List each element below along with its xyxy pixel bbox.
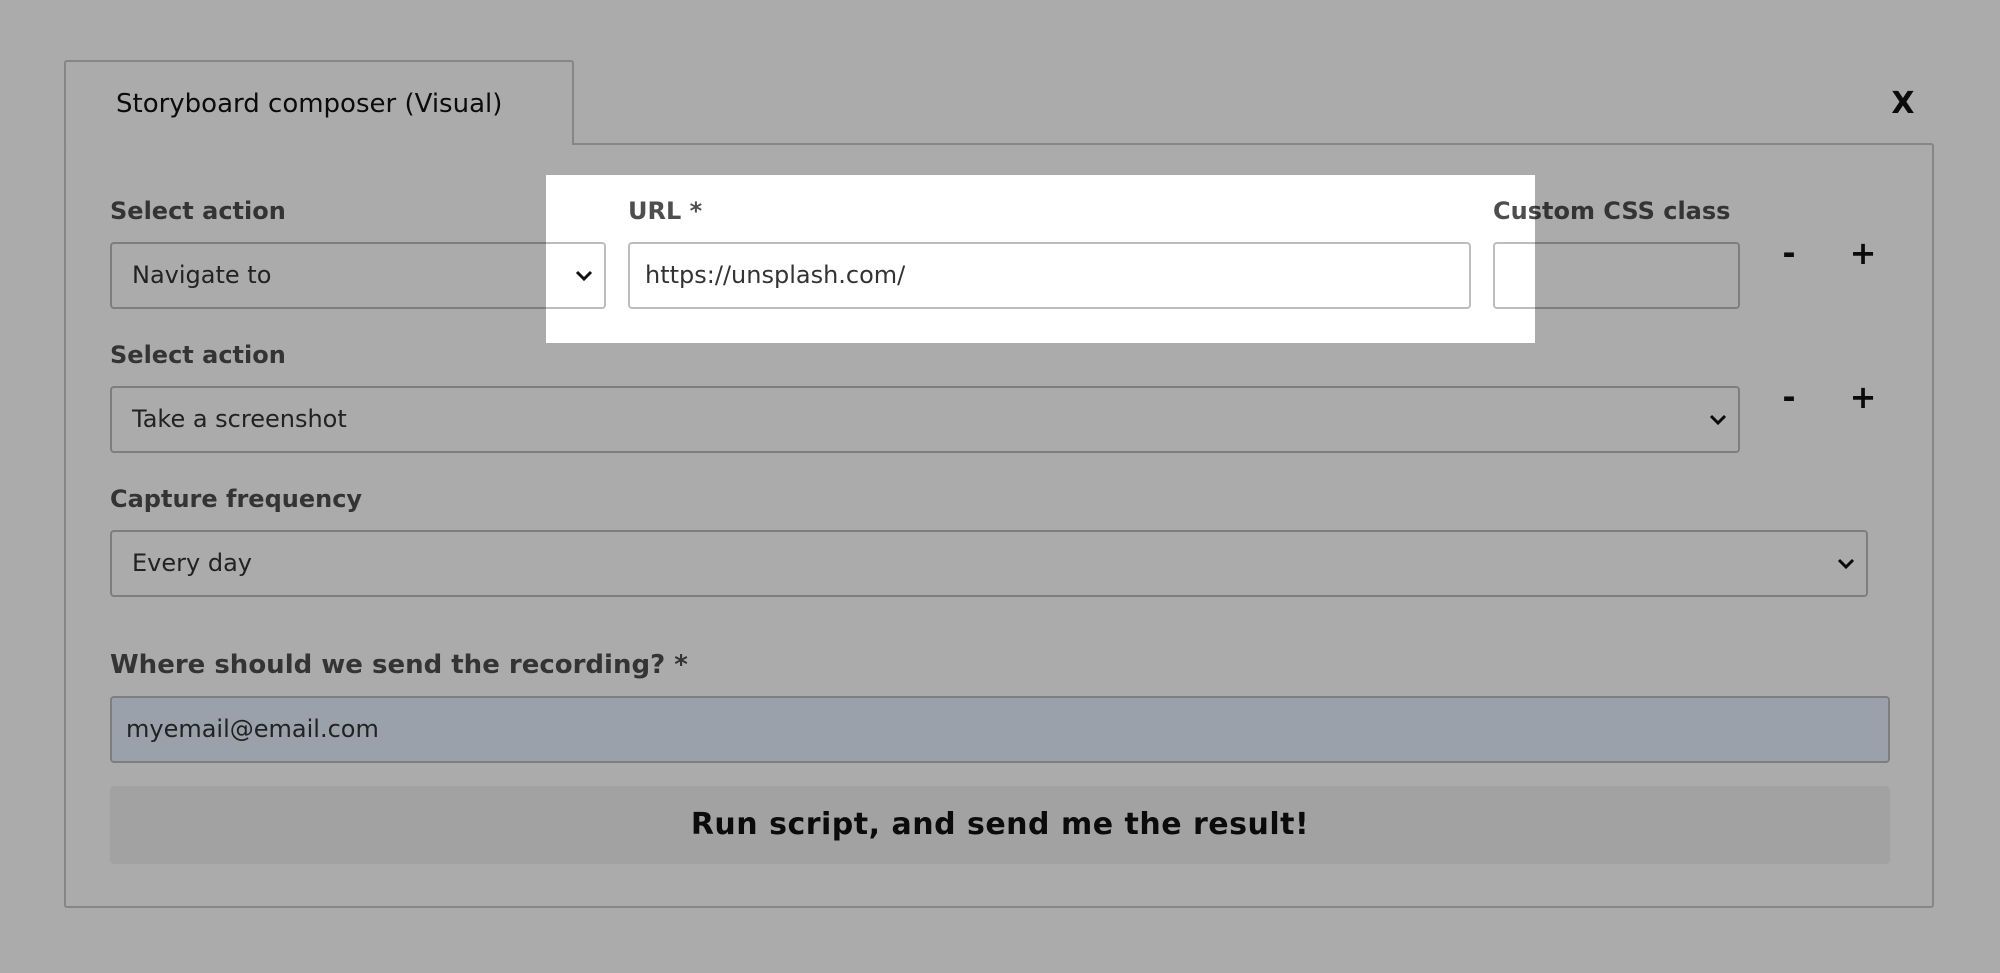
frequency-select-value: Every day bbox=[132, 549, 252, 577]
add-step-button-2[interactable]: + bbox=[1848, 377, 1878, 417]
url-input-value: https://unsplash.com/ bbox=[645, 261, 906, 289]
url-input[interactable]: https://unsplash.com/ bbox=[628, 242, 1471, 309]
chevron-down-icon bbox=[1834, 532, 1858, 595]
close-button[interactable]: X bbox=[1888, 84, 1918, 124]
email-field-value: myemail@email.com bbox=[126, 715, 379, 743]
recipient-label: Where should we send the recording? * bbox=[110, 650, 688, 680]
css-class-input[interactable] bbox=[1493, 242, 1740, 309]
action-label-2: Select action bbox=[110, 341, 286, 369]
css-class-label: Custom CSS class bbox=[1493, 197, 1731, 225]
url-label: URL * bbox=[628, 197, 703, 225]
action-label-1: Select action bbox=[110, 197, 286, 225]
remove-step-button-2[interactable]: - bbox=[1774, 377, 1804, 417]
action-select-2[interactable]: Take a screenshot bbox=[110, 386, 1740, 453]
remove-step-button-1[interactable]: - bbox=[1774, 233, 1804, 273]
dialog-tab[interactable]: Storyboard composer (Visual) bbox=[64, 60, 574, 145]
run-script-button[interactable]: Run script, and send me the result! bbox=[110, 786, 1890, 864]
action-select-1[interactable]: Navigate to bbox=[110, 242, 606, 309]
tab-title: Storyboard composer (Visual) bbox=[116, 89, 503, 119]
add-step-button-1[interactable]: + bbox=[1848, 233, 1878, 273]
email-field[interactable]: myemail@email.com bbox=[110, 696, 1890, 763]
chevron-down-icon bbox=[572, 244, 596, 307]
action-select-2-value: Take a screenshot bbox=[132, 405, 347, 433]
frequency-label: Capture frequency bbox=[110, 485, 363, 513]
chevron-down-icon bbox=[1706, 388, 1730, 451]
frequency-select[interactable]: Every day bbox=[110, 530, 1868, 597]
action-select-1-value: Navigate to bbox=[132, 261, 272, 289]
